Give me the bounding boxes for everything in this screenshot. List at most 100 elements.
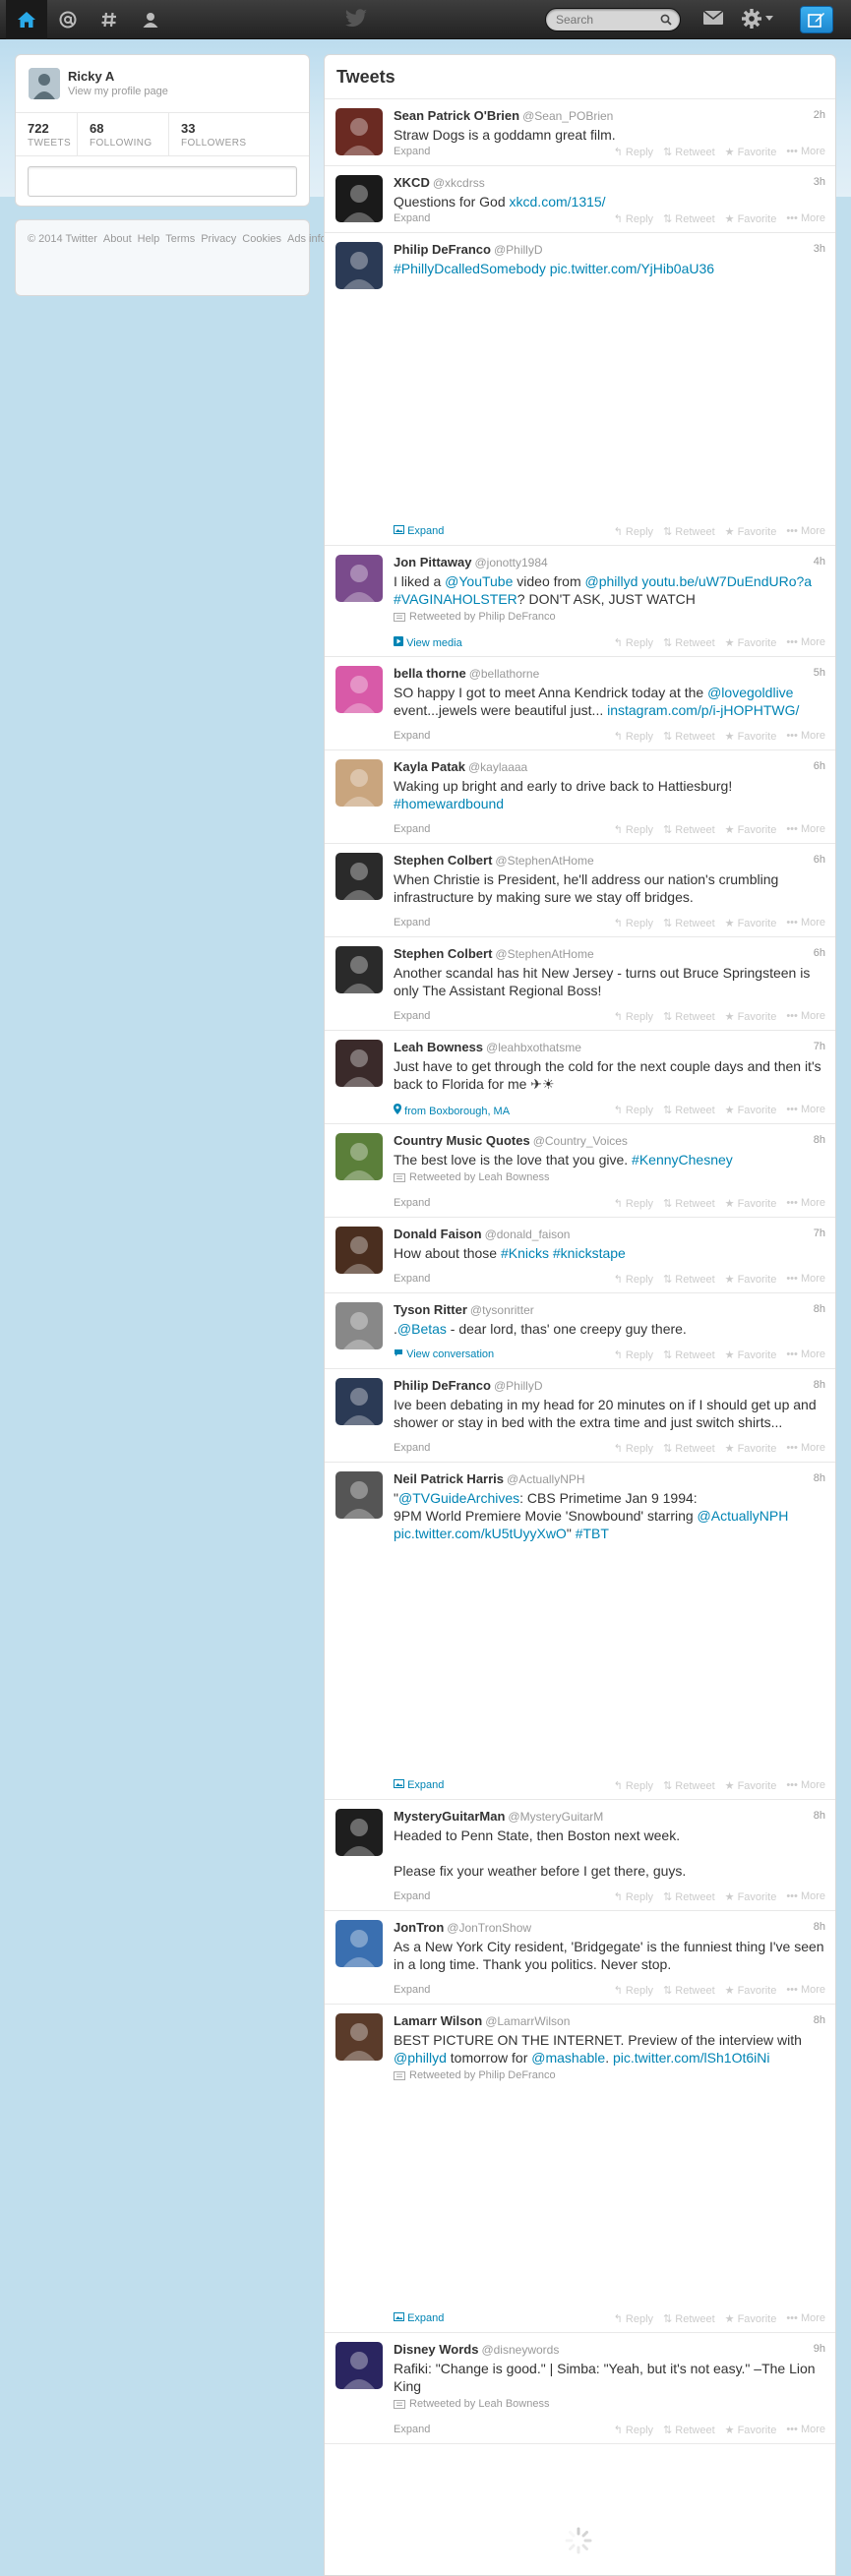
reply-button[interactable]: ↰ Reply [614, 212, 653, 225]
tweet-item[interactable]: MysteryGuitarMan @MysteryGuitarM 8h Headed … [325, 1800, 835, 1911]
reply-button[interactable]: ↰ Reply [614, 1104, 653, 1116]
tweet-link[interactable]: @YouTube [445, 573, 513, 589]
tweet-link[interactable]: @ActuallyNPH [698, 1508, 789, 1524]
more-button[interactable]: ••• More [786, 1197, 825, 1210]
avatar[interactable] [335, 1378, 383, 1425]
footer-link[interactable]: Terms [165, 233, 195, 245]
reply-button[interactable]: ↰ Reply [614, 917, 653, 929]
tweet-expand-link[interactable]: Expand [394, 1779, 444, 1791]
tweet-author-handle[interactable]: @kaylaaaa [468, 760, 527, 774]
tweet-expand-link[interactable]: View conversation [394, 1348, 494, 1360]
tweet-link[interactable]: @TVGuideArchives [398, 1490, 519, 1506]
tweet-item[interactable]: bella thorne @bellathorne 5h SO happy I got… [325, 657, 835, 750]
favorite-button[interactable]: ★ Favorite [725, 525, 777, 538]
tweet-author-name[interactable]: Philip DeFranco [394, 1378, 491, 1393]
avatar[interactable] [335, 946, 383, 993]
tweet-author-name[interactable]: Sean Patrick O'Brien [394, 108, 519, 123]
tweet-expand-link[interactable]: Expand [394, 525, 444, 537]
tweet-author-name[interactable]: Leah Bowness [394, 1040, 483, 1054]
avatar[interactable] [335, 853, 383, 900]
retweeted-by-label[interactable]: Retweeted by Philip DeFranco [409, 611, 556, 623]
tweet-expand-link[interactable]: Expand [394, 1442, 430, 1454]
tweet-author-handle[interactable]: @bellathorne [469, 667, 540, 681]
more-button[interactable]: ••• More [786, 212, 825, 225]
home-nav[interactable] [6, 0, 47, 39]
avatar[interactable] [335, 1040, 383, 1087]
tweet-expand-link[interactable]: Expand [394, 917, 430, 929]
reply-button[interactable]: ↰ Reply [614, 146, 653, 158]
tweet-author-name[interactable]: Stephen Colbert [394, 946, 492, 961]
retweet-button[interactable]: ⇅ Retweet [663, 1890, 715, 1903]
tweet-link[interactable]: @Betas [397, 1321, 447, 1337]
avatar[interactable] [335, 1809, 383, 1856]
more-button[interactable]: ••• More [786, 1984, 825, 1997]
favorite-button[interactable]: ★ Favorite [725, 2424, 777, 2436]
search-input[interactable] [556, 12, 654, 28]
tweet-author-handle[interactable]: @donald_faison [485, 1228, 571, 1241]
stat-tweets[interactable]: 722 TWEETS [16, 113, 78, 155]
more-button[interactable]: ••• More [786, 1348, 825, 1361]
tweet-timestamp[interactable]: 7h [814, 1039, 825, 1055]
stat-following[interactable]: 68 FOLLOWING [78, 113, 169, 155]
tweet-timestamp[interactable]: 8h [814, 1808, 825, 1825]
retweet-button[interactable]: ⇅ Retweet [663, 146, 715, 158]
avatar[interactable] [335, 1302, 383, 1349]
avatar[interactable] [335, 666, 383, 713]
retweet-button[interactable]: ⇅ Retweet [663, 1984, 715, 1997]
tweet-author-handle[interactable]: @Country_Voices [533, 1134, 628, 1148]
tweet-author-handle[interactable]: @Sean_POBrien [522, 109, 613, 123]
tweet-timestamp[interactable]: 8h [814, 1377, 825, 1394]
reply-button[interactable]: ↰ Reply [614, 1348, 653, 1361]
tweet-author-handle[interactable]: @PhillyD [494, 243, 543, 257]
more-button[interactable]: ••• More [786, 917, 825, 929]
tweet-expand-link[interactable]: Expand [394, 2424, 430, 2435]
favorite-button[interactable]: ★ Favorite [725, 1984, 777, 1997]
retweet-button[interactable]: ⇅ Retweet [663, 1779, 715, 1792]
favorite-button[interactable]: ★ Favorite [725, 636, 777, 649]
tweet-item[interactable]: Sean Patrick O'Brien @Sean_POBrien 2h Straw… [325, 99, 835, 166]
more-button[interactable]: ••• More [786, 1273, 825, 1286]
avatar[interactable] [335, 1471, 383, 1519]
favorite-button[interactable]: ★ Favorite [725, 1442, 777, 1455]
tweet-item[interactable]: Stephen Colbert @StephenAtHome 6h When Chri… [325, 844, 835, 937]
tweet-timestamp[interactable]: 6h [814, 852, 825, 869]
tweet-link[interactable]: instagram.com/p/i-jHOPHTWG/ [607, 702, 799, 718]
tweet-item[interactable]: Neil Patrick Harris @ActuallyNPH 8h "@TVGui… [325, 1463, 835, 1800]
tweet-author-name[interactable]: XKCD [394, 175, 430, 190]
retweet-button[interactable]: ⇅ Retweet [663, 1348, 715, 1361]
tweet-item[interactable]: Stephen Colbert @StephenAtHome 6h Another s… [325, 937, 835, 1031]
avatar[interactable] [335, 555, 383, 602]
view-profile-link[interactable]: View my profile page [68, 86, 168, 97]
tweet-author-handle[interactable]: @JonTronShow [447, 1921, 531, 1935]
tweet-timestamp[interactable]: 3h [814, 174, 825, 191]
tweet-author-handle[interactable]: @xkcdrss [433, 176, 485, 190]
tweet-link[interactable]: #Knicks [501, 1245, 549, 1261]
avatar[interactable] [335, 2013, 383, 2061]
tweet-item[interactable]: XKCD @xkcdrss 3h Questions for God xkcd.com… [325, 166, 835, 233]
tweet-author-name[interactable]: Stephen Colbert [394, 853, 492, 868]
tweet-author-handle[interactable]: @LamarrWilson [485, 2014, 570, 2028]
tweet-author-handle[interactable]: @MysteryGuitarM [508, 1810, 603, 1824]
tweet-item[interactable]: Kayla Patak @kaylaaaa 6h Waking up bright a… [325, 750, 835, 844]
favorite-button[interactable]: ★ Favorite [725, 1197, 777, 1210]
tweet-author-name[interactable]: JonTron [394, 1920, 444, 1935]
tweet-author-name[interactable]: Tyson Ritter [394, 1302, 467, 1317]
tweet-item[interactable]: Philip DeFranco @PhillyD 3h #PhillyDcalledS… [325, 233, 835, 546]
retweet-button[interactable]: ⇅ Retweet [663, 1442, 715, 1455]
tweet-author-handle[interactable]: @tysonritter [470, 1303, 534, 1317]
reply-button[interactable]: ↰ Reply [614, 636, 653, 649]
favorite-button[interactable]: ★ Favorite [725, 146, 777, 158]
tweet-item[interactable]: Leah Bowness @leahbxothatsme 7h Just have t… [325, 1031, 835, 1124]
avatar[interactable] [335, 242, 383, 289]
tweet-timestamp[interactable]: 8h [814, 1919, 825, 1936]
avatar[interactable] [29, 68, 60, 99]
tweet-author-handle[interactable]: @StephenAtHome [495, 854, 593, 868]
favorite-button[interactable]: ★ Favorite [725, 1104, 777, 1116]
more-button[interactable]: ••• More [786, 1104, 825, 1116]
tweet-expand-link[interactable]: Expand [394, 1010, 430, 1022]
favorite-button[interactable]: ★ Favorite [725, 1010, 777, 1023]
tweet-link[interactable]: pic.twitter.com/YjHib0aU36 [550, 261, 714, 276]
reply-button[interactable]: ↰ Reply [614, 1984, 653, 1997]
footer-link[interactable]: Help [138, 233, 160, 245]
reply-button[interactable]: ↰ Reply [614, 1197, 653, 1210]
